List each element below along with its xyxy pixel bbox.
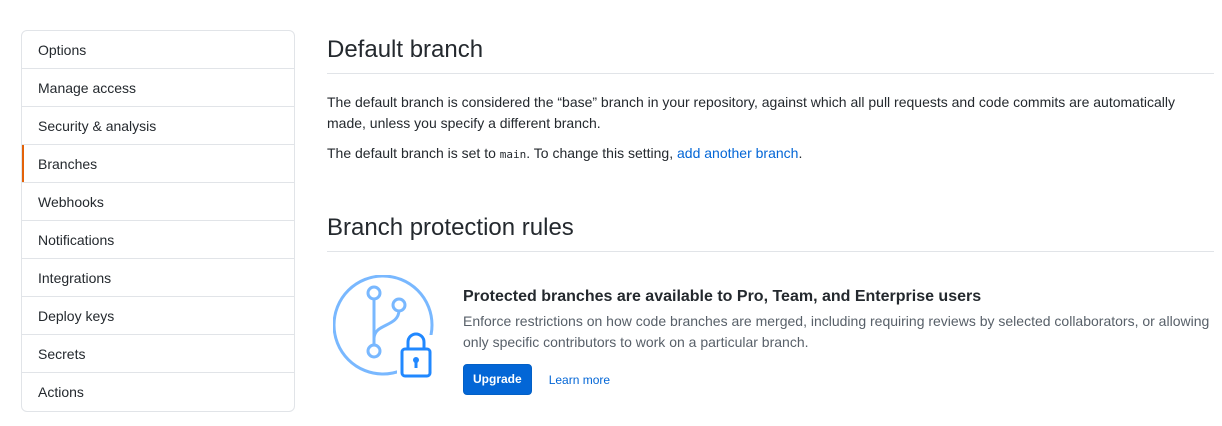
default-branch-name: main [499, 148, 527, 161]
settings-main: Default branch The default branch is con… [327, 30, 1214, 406]
sidebar-item-manage-access[interactable]: Manage access [22, 69, 294, 107]
default-branch-status-suffix: . [798, 145, 803, 161]
sidebar-item-notifications[interactable]: Notifications [22, 221, 294, 259]
upgrade-button[interactable]: Upgrade [463, 364, 532, 395]
default-branch-status-prefix: The default branch is set to [327, 145, 500, 161]
add-another-branch-link[interactable]: add another branch [677, 145, 798, 161]
settings-sidebar: Options Manage access Security & analysi… [21, 30, 295, 412]
sidebar-item-secrets[interactable]: Secrets [22, 335, 294, 373]
sidebar-item-integrations[interactable]: Integrations [22, 259, 294, 297]
learn-more-link[interactable]: Learn more [549, 373, 610, 387]
default-branch-status-middle: . To change this setting, [526, 145, 677, 161]
sidebar-item-branches[interactable]: Branches [22, 145, 294, 183]
promo-description: Enforce restrictions on how code branche… [463, 313, 1210, 350]
promo-heading: Protected branches are available to Pro,… [463, 288, 982, 305]
sidebar-item-deploy-keys[interactable]: Deploy keys [22, 297, 294, 335]
default-branch-title: Default branch [327, 30, 1214, 74]
sidebar-item-webhooks[interactable]: Webhooks [22, 183, 294, 221]
promo-body: Protected branches are available to Pro,… [463, 286, 1215, 395]
branch-lock-illustration-icon [333, 275, 434, 381]
branch-protection-title: Branch protection rules [327, 208, 1214, 252]
promo-actions: Upgrade Learn more [463, 364, 1215, 395]
default-branch-status: The default branch is set to main. To ch… [327, 143, 1214, 165]
sidebar-item-options[interactable]: Options [22, 31, 294, 69]
default-branch-description: The default branch is considered the “ba… [327, 94, 1175, 131]
branch-protection-promo: Protected branches are available to Pro,… [327, 266, 1214, 406]
sidebar-item-actions[interactable]: Actions [22, 373, 294, 411]
sidebar-item-security-analysis[interactable]: Security & analysis [22, 107, 294, 145]
